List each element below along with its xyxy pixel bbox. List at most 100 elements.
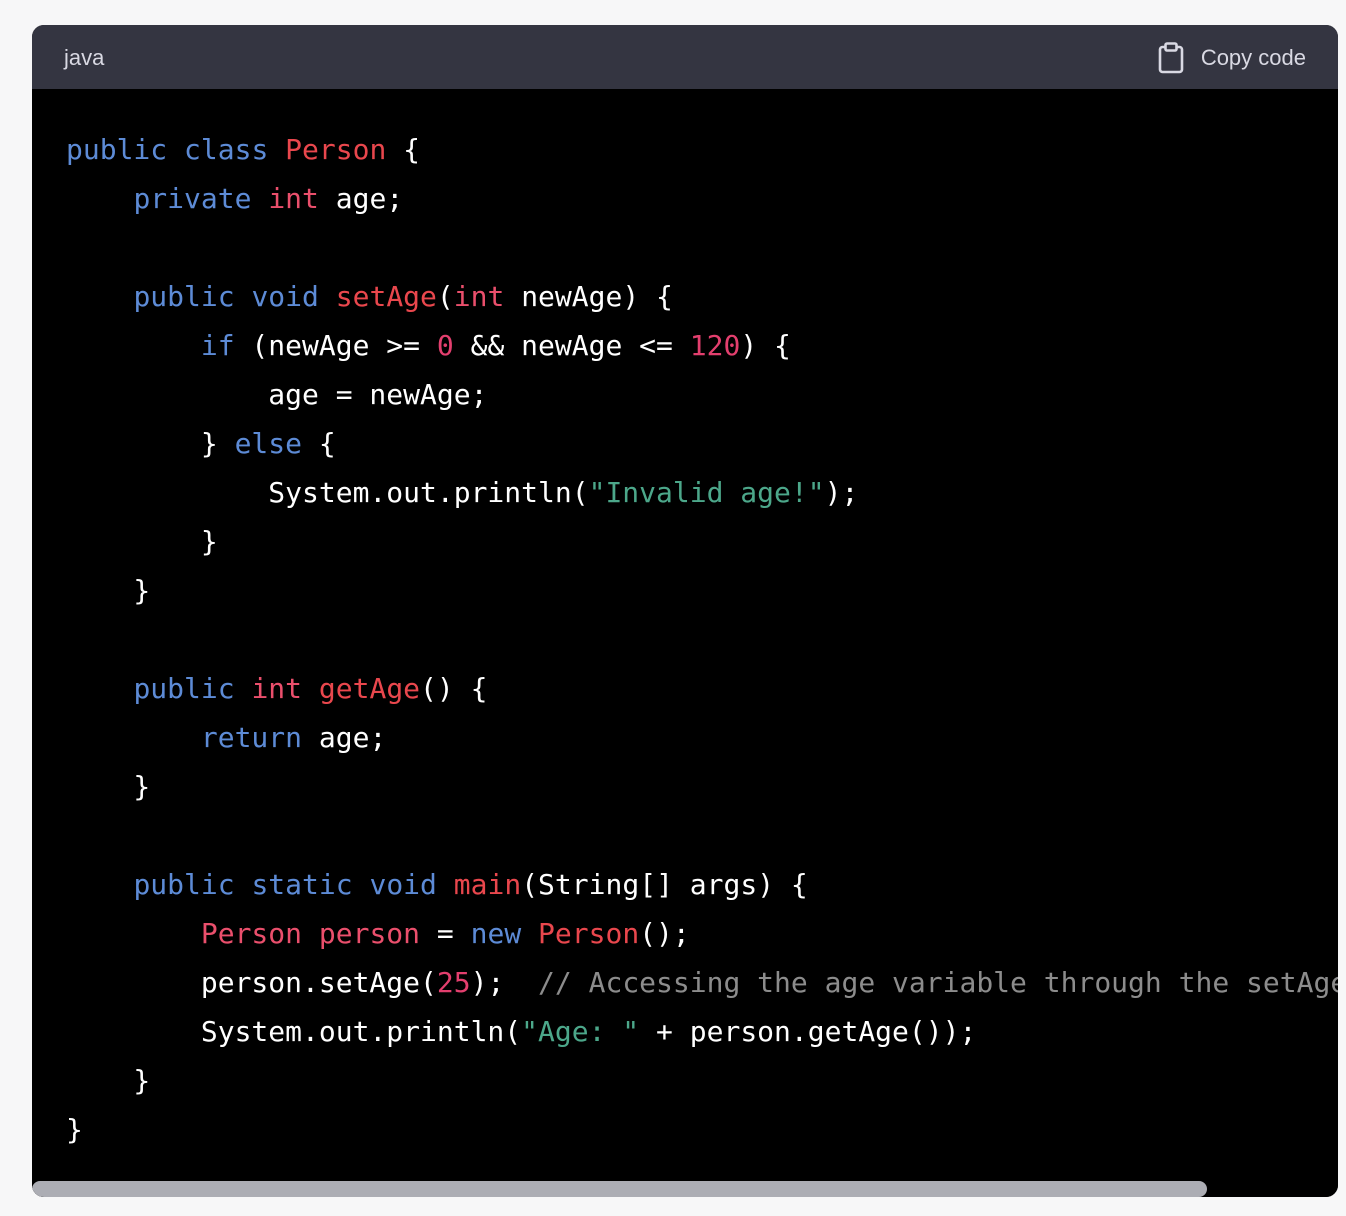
code-line: if (newAge >= 0 && newAge <= 120) { bbox=[66, 321, 1338, 370]
code-block: java Copy code public class Person { pri… bbox=[32, 25, 1338, 1197]
code-line: } bbox=[66, 1105, 1338, 1154]
code-line: } bbox=[66, 517, 1338, 566]
code-line: } bbox=[66, 1056, 1338, 1105]
code-token: } bbox=[66, 1113, 83, 1146]
code-line: age = newAge; bbox=[66, 370, 1338, 419]
code-line: System.out.println("Age: " + person.getA… bbox=[66, 1007, 1338, 1056]
language-label: java bbox=[64, 45, 105, 70]
code-line: System.out.println("Invalid age!"); bbox=[66, 468, 1338, 517]
code-token: getAge bbox=[318, 672, 421, 705]
code-token: public bbox=[66, 133, 168, 166]
code-token: // Accessing the age variable through th… bbox=[538, 966, 1338, 999]
code-line: } bbox=[66, 762, 1338, 811]
code-token: 0 bbox=[436, 329, 454, 362]
code-line: } else { bbox=[66, 419, 1338, 468]
code-token: "Invalid age!" bbox=[588, 476, 825, 509]
code-block-header: java Copy code bbox=[32, 25, 1338, 89]
code-token: + person.getAge()); bbox=[639, 1015, 977, 1048]
code-token: void bbox=[251, 280, 319, 313]
code-token: ) { bbox=[740, 329, 791, 362]
copy-code-label: Copy code bbox=[1200, 45, 1306, 70]
code-token: && newAge <= bbox=[453, 329, 690, 362]
code-token: newAge) { bbox=[504, 280, 673, 313]
code-line: public static void main(String[] args) { bbox=[66, 860, 1338, 909]
code-token: age; bbox=[302, 721, 387, 754]
code-line: } bbox=[66, 566, 1338, 615]
code-token: age = newAge; bbox=[66, 378, 488, 411]
code-token: System.out.println( bbox=[66, 476, 589, 509]
code-token: setAge bbox=[335, 280, 437, 313]
code-token: 120 bbox=[689, 329, 741, 362]
code-token: age; bbox=[318, 182, 404, 215]
code-token: public bbox=[133, 868, 235, 901]
code-token: } bbox=[66, 574, 151, 607]
code-token: ( bbox=[436, 280, 454, 313]
code-token: = bbox=[420, 917, 471, 950]
code-token: public bbox=[133, 280, 235, 313]
code-token: ); bbox=[470, 966, 539, 999]
code-content[interactable]: public class Person { private int age; p… bbox=[66, 125, 1338, 1154]
code-token: person.setAge( bbox=[66, 966, 437, 999]
code-token: Person bbox=[200, 917, 303, 950]
code-line: Person person = new Person(); bbox=[66, 909, 1338, 958]
code-token: ); bbox=[824, 476, 859, 509]
code-token: 25 bbox=[436, 966, 471, 999]
code-token: System.out.println( bbox=[66, 1015, 522, 1048]
code-token: return bbox=[200, 721, 303, 754]
code-line: return age; bbox=[66, 713, 1338, 762]
code-token: { bbox=[302, 427, 336, 460]
code-token: int bbox=[251, 672, 303, 705]
code-line: public void setAge(int newAge) { bbox=[66, 272, 1338, 321]
code-token: else bbox=[234, 427, 303, 460]
code-token: int bbox=[268, 182, 319, 215]
code-token: Person bbox=[285, 133, 387, 166]
code-token: main bbox=[453, 868, 522, 901]
code-token: { bbox=[386, 133, 421, 166]
code-token: int bbox=[453, 280, 505, 313]
code-token: (String[] args) { bbox=[521, 868, 808, 901]
code-token: private bbox=[133, 182, 252, 215]
code-token: person bbox=[318, 917, 421, 950]
code-token: } bbox=[66, 525, 218, 558]
code-token: (); bbox=[639, 917, 690, 950]
code-token: static bbox=[251, 868, 353, 901]
code-token: class bbox=[184, 133, 269, 166]
code-token: } bbox=[66, 770, 151, 803]
clipboard-icon bbox=[1157, 42, 1185, 74]
code-line: private int age; bbox=[66, 174, 1338, 223]
code-line: public class Person { bbox=[66, 125, 1338, 174]
code-line: public int getAge() { bbox=[66, 664, 1338, 713]
scrollbar-thumb[interactable] bbox=[32, 1181, 1207, 1197]
code-token: Person bbox=[538, 917, 640, 950]
code-token: public bbox=[133, 672, 235, 705]
code-token: (newAge >= bbox=[234, 329, 437, 362]
code-token: } bbox=[66, 1064, 151, 1097]
code-token: () { bbox=[420, 672, 488, 705]
code-token: new bbox=[470, 917, 522, 950]
copy-code-button[interactable]: Copy code bbox=[1157, 41, 1306, 75]
code-token: if bbox=[200, 329, 235, 362]
code-token: void bbox=[369, 868, 437, 901]
code-line: person.setAge(25); // Accessing the age … bbox=[66, 958, 1338, 1007]
horizontal-scrollbar[interactable] bbox=[32, 1181, 1338, 1197]
